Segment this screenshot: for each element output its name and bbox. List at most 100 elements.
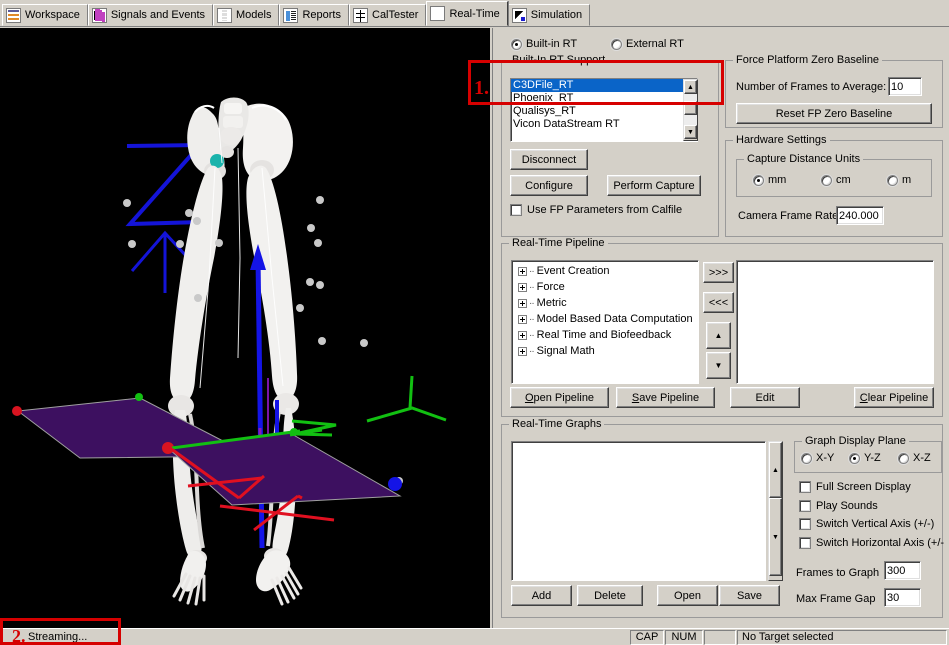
- tree-item[interactable]: ·· Model Based Data Computation: [512, 311, 698, 327]
- realtime-icon: [430, 6, 446, 21]
- pipeline-selected-list[interactable]: [736, 260, 934, 384]
- radio-units-cm[interactable]: cm: [821, 174, 851, 186]
- clear-pipeline-button[interactable]: Clear Pipeline: [854, 387, 934, 408]
- scroll-thumb[interactable]: [684, 101, 697, 115]
- tree-item[interactable]: ·· Event Creation: [512, 263, 698, 279]
- frames-to-graph-label: Frames to Graph: [796, 567, 880, 579]
- group-title: Real-Time Graphs: [509, 418, 605, 430]
- signals-icon: [91, 7, 107, 23]
- button-label: >>>: [708, 266, 729, 279]
- pipeline-available-tree[interactable]: ·· Event Creation ·· Force ·· Metric ·· …: [511, 260, 699, 384]
- tab-signals-and-events[interactable]: Signals and Events: [87, 4, 213, 26]
- platform-corner-marker: [388, 477, 402, 491]
- scroll-up-button[interactable]: ▲: [769, 442, 782, 498]
- expand-plus-icon[interactable]: [518, 346, 527, 356]
- move-up-button[interactable]: ▲: [706, 322, 731, 349]
- tree-dots: ··: [529, 281, 535, 293]
- tree-item-label: Model Based Data Computation: [536, 313, 693, 325]
- listbox-scrollbar[interactable]: ▲ ▼: [683, 79, 698, 141]
- input-value: 240.000: [839, 209, 879, 222]
- expand-plus-icon[interactable]: [518, 282, 527, 292]
- radio-plane-xz[interactable]: X-Z: [898, 452, 931, 464]
- tree-item[interactable]: ·· Real Time and Biofeedback: [512, 327, 698, 343]
- button-label: Save: [736, 589, 763, 602]
- use-fp-parameters-checkbox[interactable]: Use FP Parameters from Calfile: [510, 204, 682, 216]
- tab-label: Workspace: [25, 9, 80, 21]
- radio-plane-yz[interactable]: Y-Z: [849, 452, 881, 464]
- save-pipeline-button[interactable]: Save Pipeline: [616, 387, 715, 408]
- radio-dot-icon: [611, 38, 622, 50]
- camera-frame-rate-label: Camera Frame Rate: [738, 210, 839, 222]
- scroll-up-button[interactable]: ▲: [684, 80, 697, 94]
- status-message: Streaming...: [28, 631, 88, 643]
- save-graph-button[interactable]: Save: [719, 585, 780, 606]
- force-platform-zero-baseline-group: Force Platform Zero Baseline Number of F…: [725, 54, 943, 128]
- capture-distance-units-group: Capture Distance Units mm cm m: [736, 153, 932, 197]
- disconnect-button[interactable]: Disconnect: [510, 149, 588, 170]
- tab-caltester[interactable]: CalTester: [349, 4, 427, 26]
- max-frame-gap-label: Max Frame Gap: [796, 593, 876, 605]
- scroll-track[interactable]: [684, 115, 697, 125]
- tree-item-label: Signal Math: [536, 345, 595, 357]
- delete-graph-button[interactable]: Delete: [577, 585, 643, 606]
- reports-icon: [283, 7, 299, 23]
- move-right-button[interactable]: >>>: [703, 262, 734, 283]
- move-down-button[interactable]: ▼: [706, 352, 731, 379]
- tree-item[interactable]: ·· Force: [512, 279, 698, 295]
- list-item[interactable]: C3DFile_RT: [511, 79, 697, 92]
- reset-fp-zero-baseline-button[interactable]: Reset FP Zero Baseline: [736, 103, 932, 124]
- add-graph-button[interactable]: Add: [511, 585, 572, 606]
- move-left-button[interactable]: <<<: [703, 292, 734, 313]
- frames-to-average-input[interactable]: 10: [888, 77, 922, 96]
- group-title: Capture Distance Units: [744, 153, 864, 165]
- edit-pipeline-button[interactable]: Edit: [730, 387, 800, 408]
- list-item[interactable]: Phoenix_RT: [511, 92, 697, 105]
- status-extra-cell: [704, 629, 736, 645]
- graph-list[interactable]: [511, 441, 766, 581]
- tab-models[interactable]: Models: [213, 4, 280, 26]
- group-title: Graph Display Plane: [802, 435, 909, 447]
- scroll-down-button[interactable]: ▼: [769, 498, 782, 576]
- tab-simulation[interactable]: Simulation: [507, 4, 591, 26]
- radio-units-mm[interactable]: mm: [753, 174, 786, 186]
- switch-vertical-axis-checkbox[interactable]: Switch Vertical Axis (+/-): [799, 518, 934, 530]
- tab-real-time[interactable]: Real-Time: [426, 1, 508, 26]
- tab-workspace[interactable]: Workspace: [2, 4, 88, 26]
- max-frame-gap-input[interactable]: 30: [884, 588, 921, 607]
- scroll-down-button[interactable]: ▼: [684, 125, 697, 139]
- radio-label: m: [902, 174, 912, 186]
- tab-reports[interactable]: Reports: [279, 4, 349, 26]
- camera-frame-rate-input[interactable]: 240.000: [836, 206, 884, 225]
- radio-builtin-rt[interactable]: Built-in RT: [511, 38, 577, 50]
- list-item[interactable]: Vicon DataStream RT: [511, 118, 697, 131]
- realtime-pipeline-group: Real-Time Pipeline ·· Event Creation ·· …: [501, 237, 943, 417]
- expand-plus-icon[interactable]: [518, 330, 527, 340]
- configure-button[interactable]: Configure: [510, 175, 588, 196]
- button-label: Open Pipeline: [524, 391, 595, 404]
- open-graph-button[interactable]: Open: [657, 585, 718, 606]
- checkbox-label: Switch Vertical Axis (+/-): [816, 518, 935, 530]
- radio-external-rt[interactable]: External RT: [611, 38, 684, 50]
- graph-list-scrollbar[interactable]: ▲ ▼: [768, 441, 783, 581]
- 3d-viewport[interactable]: [0, 28, 490, 628]
- expand-plus-icon[interactable]: [518, 266, 527, 276]
- frames-to-average-label: Number of Frames to Average:: [736, 81, 887, 93]
- frames-to-graph-input[interactable]: 300: [884, 561, 921, 580]
- radio-plane-xy[interactable]: X-Y: [801, 452, 834, 464]
- full-screen-display-checkbox[interactable]: Full Screen Display: [799, 481, 911, 493]
- scroll-track[interactable]: [684, 94, 697, 101]
- open-pipeline-button[interactable]: Open Pipeline: [510, 387, 609, 408]
- play-sounds-checkbox[interactable]: Play Sounds: [799, 500, 878, 512]
- expand-plus-icon[interactable]: [518, 314, 527, 324]
- tree-item[interactable]: ·· Metric: [512, 295, 698, 311]
- switch-horizontal-axis-checkbox[interactable]: Switch Horizontal Axis (+/-: [799, 537, 949, 549]
- builtin-rt-support-listbox[interactable]: C3DFile_RT Phoenix_RT Qualisys_RT Vicon …: [510, 78, 698, 142]
- perform-capture-button[interactable]: Perform Capture: [607, 175, 701, 196]
- radio-label: X-Z: [913, 452, 931, 464]
- radio-units-m[interactable]: m: [887, 174, 911, 186]
- expand-plus-icon[interactable]: [518, 298, 527, 308]
- tree-item[interactable]: ·· Signal Math: [512, 343, 698, 359]
- input-value: 30: [887, 591, 900, 604]
- list-item[interactable]: Qualisys_RT: [511, 105, 697, 118]
- radio-label: Built-in RT: [526, 38, 578, 50]
